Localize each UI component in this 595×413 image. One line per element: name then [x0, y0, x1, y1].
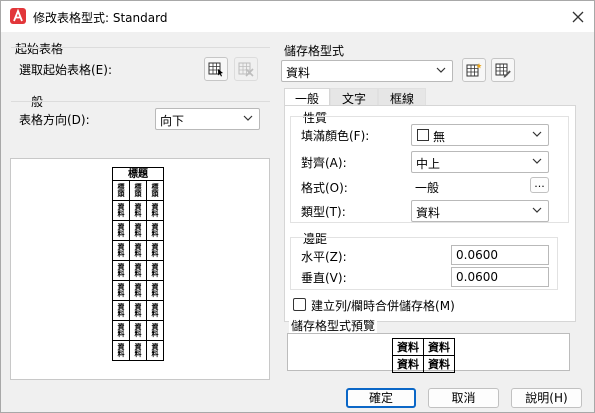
delete-start-table-button[interactable] [234, 57, 258, 81]
preview-cell: 資料 [423, 338, 455, 356]
cell-style-select[interactable]: 資料 [281, 60, 453, 82]
cell-style-group-label: 儲存格型式 [284, 44, 345, 58]
vertical-margin-value: 0.0600 [456, 270, 498, 284]
chevron-down-icon [436, 67, 446, 73]
title-bar: 修改表格型式: Standard [1, 1, 594, 32]
vertical-margin-input[interactable]: 0.0600 [451, 267, 549, 287]
alignment-value: 中上 [416, 157, 441, 171]
chevron-down-icon [532, 207, 542, 213]
format-browse-button[interactable]: ... [530, 177, 549, 193]
horizontal-margin-input[interactable]: 0.0600 [451, 245, 549, 265]
preview-data-cell: 資 料 [112, 300, 130, 321]
table-preview: 標題標 頭標 頭標 頭資 料資 料資 料資 料資 料資 料資 料資 料資 料資 … [112, 167, 164, 361]
preview-data-cell: 資 料 [146, 260, 164, 281]
cell-style-value: 資料 [286, 66, 311, 80]
close-button[interactable] [566, 5, 590, 29]
preview-cell: 資料 [392, 355, 424, 373]
fill-color-label: 填滿顏色(F): [301, 129, 370, 143]
preview-table: 標題標 頭標 頭標 頭資 料資 料資 料資 料資 料資 料資 料資 料資 料資 … [112, 167, 164, 361]
tab-text-label: 文字 [341, 92, 366, 106]
preview-data-cell: 資 料 [146, 300, 164, 321]
preview-data-cell: 資 料 [146, 280, 164, 301]
chevron-down-icon [532, 131, 542, 137]
preview-header-cell: 標 頭 [129, 180, 147, 201]
autocad-a-icon [10, 8, 26, 24]
preview-data-cell: 資 料 [112, 340, 130, 361]
delete-table-icon [238, 62, 254, 77]
table-style-dialog: 修改表格型式: Standard 起始表格 選取起始表格(E): 一般 表格方向… [0, 0, 595, 413]
tab-text[interactable]: 文字 [330, 88, 378, 106]
table-direction-label: 表格方向(D): [19, 113, 90, 127]
chevron-down-icon [243, 115, 253, 121]
preview-data-cell: 資 料 [146, 200, 164, 221]
manage-cell-styles-button[interactable] [491, 58, 515, 82]
preview-data-cell: 資 料 [146, 320, 164, 341]
type-value: 資料 [416, 206, 441, 220]
horizontal-margin-value: 0.0600 [456, 248, 498, 262]
select-start-table-label: 選取起始表格(E): [19, 63, 112, 77]
preview-data-cell: 資 料 [112, 280, 130, 301]
tab-general-label: 一般 [294, 92, 319, 106]
cell-style-preview-panel: 資料 資料 資料 資料 [287, 333, 570, 373]
preview-data-cell: 資 料 [129, 280, 147, 301]
preview-data-cell: 資 料 [112, 200, 130, 221]
preview-data-cell: 資 料 [112, 260, 130, 281]
format-label: 格式(O): [301, 181, 348, 195]
merge-cells-label: 建立列/欄時合併儲存格(M) [311, 299, 455, 313]
new-cell-style-icon [466, 63, 482, 77]
preview-data-cell: 資 料 [129, 240, 147, 261]
help-button[interactable]: 說明(H) [511, 388, 582, 408]
ok-button[interactable]: 確定 [346, 388, 416, 408]
preview-data-cell: 資 料 [129, 260, 147, 281]
preview-data-cell: 資 料 [112, 320, 130, 341]
preview-title-cell: 標題 [112, 167, 164, 181]
table-direction-select[interactable]: 向下 [155, 108, 260, 130]
preview-data-cell: 資 料 [129, 320, 147, 341]
preview-header-cell: 標 頭 [146, 180, 164, 201]
table-direction-value: 向下 [160, 114, 185, 128]
preview-data-cell: 資 料 [129, 200, 147, 221]
fill-color-value: 無 [433, 130, 446, 144]
preview-header-cell: 標 頭 [112, 180, 130, 201]
vertical-margin-label: 垂直(V): [301, 271, 347, 285]
select-table-icon [208, 62, 223, 77]
window-title: 修改表格型式: Standard [33, 11, 168, 25]
preview-cell: 資料 [392, 338, 424, 356]
cell-style-preview-label: 儲存格型式預覽 [289, 317, 378, 334]
cell-style-preview-table: 資料 資料 資料 資料 [392, 338, 455, 373]
preview-data-cell: 資 料 [146, 240, 164, 261]
new-cell-style-button[interactable] [462, 58, 486, 82]
preview-data-cell: 資 料 [146, 340, 164, 361]
type-select[interactable]: 資料 [411, 200, 549, 222]
preview-data-cell: 資 料 [129, 340, 147, 361]
preview-data-cell: 資 料 [146, 220, 164, 241]
alignment-label: 對齊(A): [301, 156, 347, 170]
tab-general[interactable]: 一般 [284, 88, 330, 106]
manage-cell-styles-icon [495, 63, 511, 78]
format-value: 一般 [415, 181, 440, 195]
preview-data-cell: 資 料 [112, 240, 130, 261]
alignment-select[interactable]: 中上 [411, 151, 549, 173]
cancel-button[interactable]: 取消 [428, 388, 499, 408]
chevron-down-icon [532, 158, 542, 164]
tab-borders-label: 框線 [389, 92, 414, 106]
preview-data-cell: 資 料 [112, 220, 130, 241]
preview-data-cell: 資 料 [129, 220, 147, 241]
type-label: 類型(T): [301, 205, 346, 219]
preview-cell: 資料 [423, 355, 455, 373]
select-start-table-button[interactable] [204, 57, 228, 81]
preview-data-cell: 資 料 [129, 300, 147, 321]
horizontal-margin-label: 水平(Z): [301, 250, 347, 264]
color-swatch-icon [417, 129, 429, 141]
table-preview-panel: 標題標 頭標 頭標 頭資 料資 料資 料資 料資 料資 料資 料資 料資 料資 … [10, 158, 270, 380]
merge-cells-checkbox[interactable] [293, 298, 306, 311]
fill-color-select[interactable]: 無 [411, 124, 549, 146]
close-icon [572, 11, 584, 23]
tab-borders[interactable]: 框線 [378, 88, 426, 106]
